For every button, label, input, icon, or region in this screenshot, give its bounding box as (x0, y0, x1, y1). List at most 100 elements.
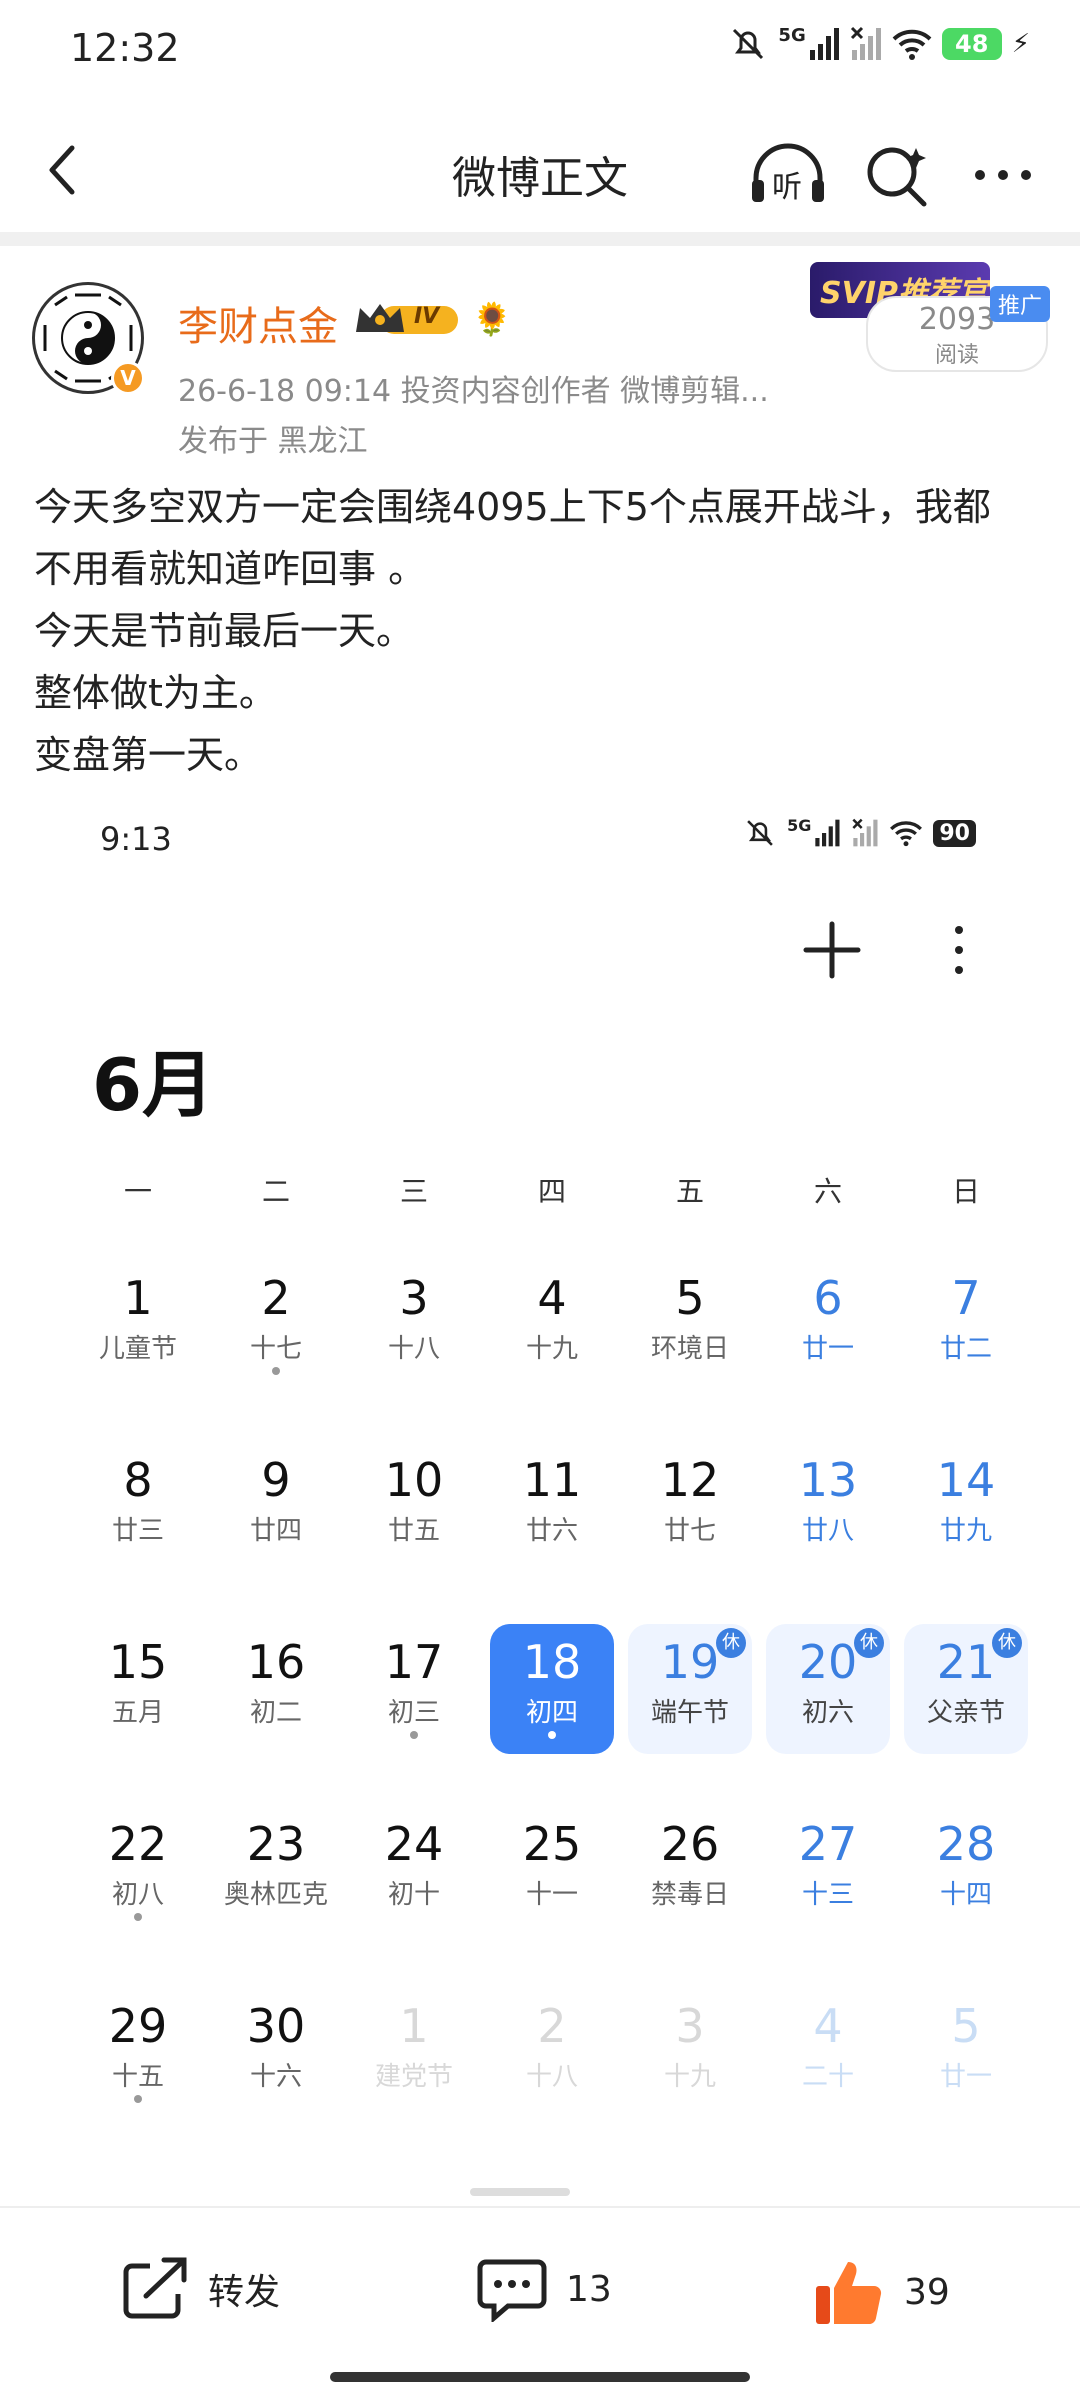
day-number: 8 (123, 1453, 153, 1507)
lunar-label: 初八 (111, 1880, 164, 1910)
calendar-day[interactable]: 24 初十 (352, 1806, 476, 1936)
more-options-icon[interactable] (968, 140, 1038, 210)
comment-count: 13 (566, 2268, 612, 2310)
post-image-calendar-screenshot[interactable]: 9:13 5G 90 6月 一 二 三 四 五 六 日 1 儿童节 2 十七 3 十八 4 十九 5 环境日 6… (34, 790, 1046, 2200)
calendar-day[interactable]: 19 端午节休 (628, 1624, 752, 1754)
calendar-day[interactable]: 30 十六 (214, 1988, 338, 2118)
sunflower-icon: 🌻 (472, 300, 512, 338)
day-number: 18 (522, 1635, 582, 1689)
lunar-label: 廿四 (249, 1516, 302, 1546)
calendar-day[interactable]: 26 禁毒日 (628, 1806, 752, 1936)
calendar-day[interactable]: 13 廿八 (766, 1442, 890, 1572)
day-number: 24 (384, 1817, 444, 1871)
day-number: 15 (108, 1635, 168, 1689)
network-label: 5G (778, 24, 806, 46)
like-button[interactable]: 39 (812, 2256, 950, 2328)
calendar-day[interactable]: 2 十八 (490, 1988, 614, 2118)
event-dot (410, 1731, 418, 1739)
ai-search-icon[interactable] (862, 140, 932, 210)
calendar-day[interactable]: 21 父亲节休 (904, 1624, 1028, 1754)
calendar-day[interactable]: 4 十九 (490, 1260, 614, 1390)
lunar-label: 廿一 (939, 2062, 992, 2092)
calendar-day[interactable]: 3 十九 (628, 1988, 752, 2118)
day-number: 2 (261, 1271, 291, 1325)
calendar-day[interactable]: 25 十一 (490, 1806, 614, 1936)
weekday-label: 日 (951, 1175, 980, 1208)
calendar-day[interactable]: 23 奥林匹克 (214, 1806, 338, 1936)
calendar-day[interactable]: 29 十五 (76, 1988, 200, 2118)
lunar-label: 五月 (111, 1698, 164, 1728)
comment-button[interactable]: 13 (476, 2256, 612, 2322)
calendar-day[interactable]: 11 廿六 (490, 1442, 614, 1572)
day-number: 23 (246, 1817, 306, 1871)
day-number: 13 (798, 1453, 858, 1507)
calendar-day[interactable]: 9 廿四 (214, 1442, 338, 1572)
calendar-day[interactable]: 6 廿一 (766, 1260, 890, 1390)
calendar-day[interactable]: 14 廿九 (904, 1442, 1028, 1572)
calendar-day[interactable]: 8 廿三 (76, 1442, 200, 1572)
day-number: 5 (951, 1999, 981, 2053)
promo-tag: 推广 (990, 286, 1051, 322)
calendar-day[interactable]: 27 十三 (766, 1806, 890, 1936)
calendar-day[interactable]: 4 二十 (766, 1988, 890, 2118)
calendar-day[interactable]: 15 五月 (76, 1624, 200, 1754)
level-text: IV (414, 304, 440, 329)
day-number: 1 (399, 1999, 429, 2053)
calendar-day[interactable]: 5 环境日 (628, 1260, 752, 1390)
calendar-day[interactable]: 1 儿童节 (76, 1260, 200, 1390)
vip-level-badge[interactable]: IV (352, 298, 462, 340)
calendar-day[interactable]: 12 廿七 (628, 1442, 752, 1572)
author-name[interactable]: 李财点金 (178, 294, 338, 352)
repost-label: 转发 (208, 2272, 281, 2313)
lunar-label: 廿九 (939, 1516, 992, 1546)
signal-off-icon (850, 26, 881, 60)
post-body: 今天多空双方一定会围绕4095上下5个点展开战斗，我都 不用看就知道咋回事 。 … (34, 476, 1054, 786)
verified-badge-icon: V (111, 361, 145, 395)
gesture-bar (330, 2372, 750, 2382)
lunar-label: 初六 (801, 1698, 854, 1728)
weekday-label: 六 (813, 1175, 842, 1208)
lunar-label: 廿二 (939, 1334, 992, 1364)
day-number: 4 (813, 1999, 843, 2053)
status-bar: 12:32 5G 48 ⚡ (0, 0, 1080, 100)
repost-button[interactable]: 转发 (120, 2256, 280, 2322)
day-number: 10 (384, 1453, 444, 1507)
calendar-day[interactable]: 20 初六休 (766, 1624, 890, 1754)
day-number: 7 (951, 1271, 981, 1325)
day-number: 6 (813, 1271, 843, 1325)
lunar-label: 十八 (387, 1334, 440, 1364)
calendar-day[interactable]: 1 建党节 (352, 1988, 476, 2118)
calendar-day[interactable]: 17 初三 (352, 1624, 476, 1754)
signal-off-icon (852, 818, 878, 847)
battery-icon: 90 (933, 819, 976, 847)
calendar-day[interactable]: 7 廿二 (904, 1260, 1028, 1390)
calendar-day[interactable]: 2 十七 (214, 1260, 338, 1390)
day-number: 3 (399, 1271, 429, 1325)
calendar-day[interactable]: 3 十八 (352, 1260, 476, 1390)
divider (0, 2206, 1080, 2208)
holiday-badge: 休 (716, 1628, 746, 1658)
like-count: 39 (904, 2271, 950, 2313)
day-number: 29 (108, 1999, 168, 2053)
day-number: 28 (936, 1817, 996, 1871)
battery-icon: 48 (941, 28, 1002, 60)
day-number: 3 (675, 1999, 705, 2053)
calendar-day[interactable]: 10 廿五 (352, 1442, 476, 1572)
calendar-day[interactable]: 18 初四 (490, 1624, 614, 1754)
lunar-label: 廿三 (111, 1516, 164, 1546)
day-number: 26 (660, 1817, 720, 1871)
comment-icon (477, 2259, 547, 2322)
add-event-icon[interactable] (802, 920, 862, 980)
listen-button[interactable]: 听 (748, 140, 828, 210)
share-icon (123, 2257, 187, 2319)
calendar-day[interactable]: 28 十四 (904, 1806, 1028, 1936)
lunar-label: 初十 (387, 1880, 440, 1910)
post-line: 今天是节前最后一天。 (34, 609, 415, 653)
vertical-more-icon[interactable] (944, 920, 974, 980)
calendar-day[interactable]: 16 初二 (214, 1624, 338, 1754)
weekday-label: 四 (537, 1175, 566, 1208)
lunar-label: 儿童节 (98, 1334, 177, 1364)
calendar-day[interactable]: 22 初八 (76, 1806, 200, 1936)
calendar-day[interactable]: 5 廿一 (904, 1988, 1028, 2118)
avatar[interactable]: V (32, 282, 145, 395)
